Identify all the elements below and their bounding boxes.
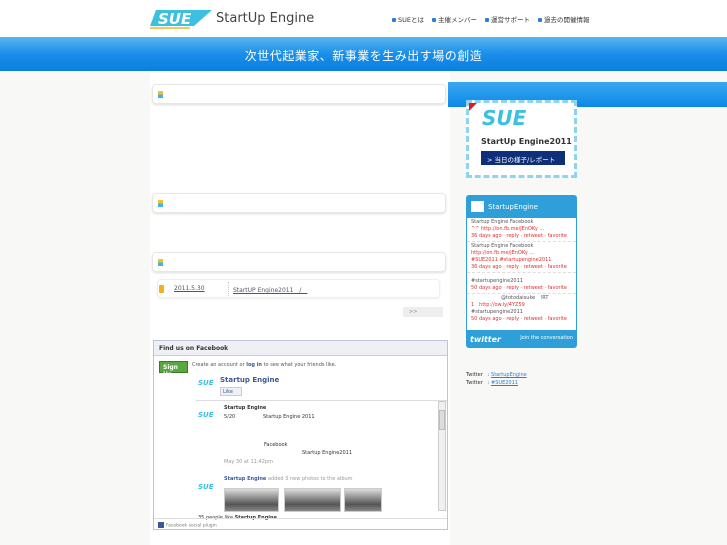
- section-marker-icon: [158, 200, 163, 207]
- signup-button[interactable]: Sign Up: [159, 361, 188, 378]
- twitter-account-link[interactable]: StartupEngine: [491, 372, 527, 378]
- facebook-title: Find us on Facebook: [154, 341, 447, 356]
- create-account-text: Create an account or log in to see what …: [192, 362, 337, 368]
- avatar: [471, 201, 484, 212]
- tweet: Startup Engine Facebook http://on.fb.me/j…: [467, 242, 576, 273]
- more-button[interactable]: >>: [403, 307, 443, 317]
- login-link[interactable]: log in: [246, 362, 262, 368]
- corner-ribbon: [469, 103, 477, 111]
- tweet-meta: 50 days ago · reply · retweet · favorite: [471, 316, 567, 322]
- tweet-meta: 50 days ago · reply · retweet · favorite: [471, 285, 567, 291]
- tweet: @totodaisuke !RT 1 http://ow.ly/4YZ59 #sta…: [467, 294, 576, 324]
- post-author[interactable]: Startup Engine: [224, 476, 266, 482]
- post-text: Startup Engine2011: [302, 450, 353, 456]
- post-avatar: SUE: [198, 483, 214, 491]
- post-text: 5/20: [224, 414, 236, 420]
- twitter-widget: StartupEngine Startup Engine Facebook ^^ …: [466, 195, 577, 348]
- tweet-meta: 36 days ago · reply · retweet · favorite: [471, 233, 567, 239]
- news-item: 2011.5.30 StartUP Engine2011 /: [157, 279, 440, 298]
- scrollbar-thumb[interactable]: [439, 410, 445, 430]
- nav-members[interactable]: 主催メンバー: [432, 14, 477, 24]
- site-name: StartUp Engine: [216, 11, 315, 26]
- post-text: Facebook: [264, 442, 288, 448]
- nav-sue[interactable]: SUEとは: [392, 14, 424, 24]
- post-avatar: SUE: [198, 411, 214, 419]
- like-button[interactable]: Like: [220, 387, 242, 396]
- section-header-1: [152, 84, 446, 104]
- twitter-header: StartupEngine: [471, 201, 538, 212]
- main-nav: SUEとは 主催メンバー 運営サポート 過去の開催情報: [392, 14, 590, 24]
- join-link[interactable]: Join the conversation: [520, 335, 573, 344]
- news-icon: [159, 285, 164, 293]
- tweet: #startupengine2011 50 days ago · reply · …: [467, 273, 576, 294]
- section-header-2: [152, 193, 446, 213]
- page-name[interactable]: Startup Engine: [220, 376, 279, 384]
- post2-header: Startup Engine added 3 new photos to the…: [224, 476, 353, 482]
- tagline: 次世代起業家、新事業を生み出す場の創造: [244, 49, 483, 63]
- news-title[interactable]: StartUP Engine2011 /: [233, 285, 307, 294]
- news-date[interactable]: 2011.5.30: [174, 285, 205, 292]
- post-author[interactable]: Startup Engine: [224, 405, 266, 411]
- nav-past-events[interactable]: 過去の開催情報: [538, 14, 590, 24]
- social-plugin-link[interactable]: Facebook social plugin: [166, 524, 217, 529]
- album-photo[interactable]: [224, 488, 279, 512]
- twitter-hashtag-row: Twitter : #SUE2011: [466, 380, 518, 386]
- twitter-link-row: Twitter : StartupEngine: [466, 372, 527, 378]
- nav-support[interactable]: 運営サポート: [485, 14, 530, 24]
- tweet-list[interactable]: Startup Engine Facebook ^^ http://on.fb.m…: [467, 218, 576, 330]
- stream-scrollbar[interactable]: [438, 401, 446, 511]
- hero-band: 次世代起業家、新事業を生み出す場の創造: [0, 37, 727, 71]
- tweet-meta: 36 days ago · reply · retweet · favorite: [471, 264, 567, 270]
- album-photo[interactable]: [284, 488, 341, 512]
- header: [0, 0, 727, 37]
- tweet: Startup Engine Facebook ^^ http://on.fb.m…: [467, 218, 576, 242]
- svg-text:SUE: SUE: [158, 10, 192, 28]
- twitter-logo: twitter: [470, 335, 501, 344]
- section-header-3: [152, 252, 446, 272]
- section-marker-icon: [158, 259, 163, 266]
- facebook-icon: [158, 522, 164, 528]
- twitter-account[interactable]: StartupEngine: [488, 203, 538, 211]
- post-time[interactable]: May 30 at 11:42pm: [224, 459, 273, 465]
- post-text: Startup Engine 2011: [263, 414, 315, 420]
- plugin-footer: Facebook social plugin: [154, 518, 447, 529]
- facebook-like-box: Find us on Facebook Sign Up Create an ac…: [153, 340, 448, 530]
- report-button[interactable]: > 当日の様子/レポート: [481, 151, 565, 165]
- banner-title: StartUp Engine2011: [481, 137, 572, 146]
- sue-logo[interactable]: SUE: [150, 8, 212, 30]
- banner-logo: SUE: [482, 106, 527, 130]
- album-photo[interactable]: [344, 488, 382, 512]
- twitter-hashtag-link[interactable]: #SUE2011: [491, 380, 518, 386]
- twitter-footer: twitter Join the conversation: [470, 335, 573, 344]
- report-banner[interactable]: SUE StartUp Engine2011 > 当日の様子/レポート: [466, 100, 577, 178]
- page-avatar: SUE: [198, 379, 214, 387]
- section-marker-icon: [158, 91, 163, 98]
- divider: [228, 282, 229, 296]
